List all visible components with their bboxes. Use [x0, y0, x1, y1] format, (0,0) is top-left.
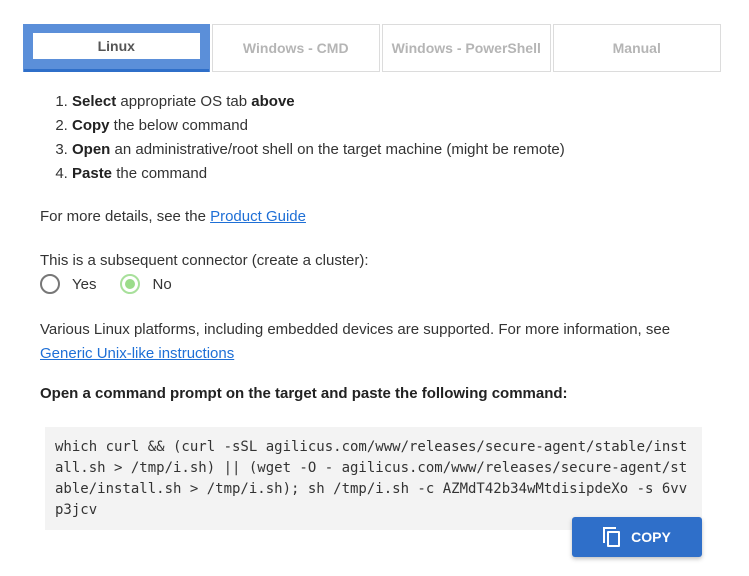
step-text: an administrative/root shell on the targ…: [110, 141, 565, 158]
tab-linux[interactable]: Linux: [23, 24, 210, 72]
install-command-block[interactable]: which curl && (curl -sSL agilicus.com/ww…: [45, 427, 702, 530]
step-keyword-2: above: [251, 93, 295, 110]
radio-yes-circle[interactable]: [40, 274, 60, 294]
copy-button-label: COPY: [631, 529, 671, 545]
subsequent-connector-radio-group: Yes No: [40, 274, 196, 294]
radio-yes-label: Yes: [72, 275, 97, 293]
instruction-steps: Select appropriate OS tab above Copy the…: [72, 90, 565, 186]
step-keyword: Select: [72, 93, 117, 110]
details-prefix: For more details, see the: [40, 208, 211, 225]
step-text: appropriate OS tab: [116, 93, 252, 110]
tab-windows-powershell-label: Windows - PowerShell: [391, 40, 541, 56]
step-text: the below command: [109, 117, 248, 134]
radio-no[interactable]: No: [120, 274, 172, 294]
radio-no-circle[interactable]: [120, 274, 141, 294]
command-title: Open a command prompt on the target and …: [40, 385, 568, 402]
platforms-description: Various Linux platforms, including embed…: [40, 321, 671, 338]
step-keyword: Open: [72, 141, 111, 158]
os-tabs: Linux Windows - CMD Windows - PowerShell…: [23, 24, 721, 72]
tab-manual[interactable]: Manual: [552, 24, 721, 72]
tab-windows-cmd[interactable]: Windows - CMD: [211, 24, 380, 72]
step-text: the command: [112, 165, 208, 182]
tab-manual-label: Manual: [612, 40, 661, 56]
subsequent-connector-label: This is a subsequent connector (create a…: [40, 252, 369, 269]
step-item: Paste the command: [72, 162, 565, 186]
tab-windows-cmd-label: Windows - CMD: [242, 40, 349, 56]
radio-no-label: No: [152, 275, 172, 293]
step-keyword: Paste: [72, 165, 113, 182]
generic-unix-link[interactable]: Generic Unix-like instructions: [40, 345, 234, 362]
step-keyword: Copy: [72, 117, 110, 134]
radio-yes[interactable]: Yes: [40, 274, 96, 294]
step-item: Copy the below command: [72, 114, 565, 138]
step-item: Open an administrative/root shell on the…: [72, 138, 565, 162]
details-text: For more details, see the Product Guide: [40, 205, 306, 229]
copy-icon: [603, 527, 621, 547]
tab-windows-powershell[interactable]: Windows - PowerShell: [382, 24, 551, 72]
platforms-text: Various Linux platforms, including embed…: [40, 318, 720, 366]
tab-linux-label: Linux: [33, 33, 200, 59]
step-item: Select appropriate OS tab above: [72, 90, 565, 114]
copy-button[interactable]: COPY: [572, 517, 702, 557]
product-guide-link[interactable]: Product Guide: [210, 208, 306, 225]
